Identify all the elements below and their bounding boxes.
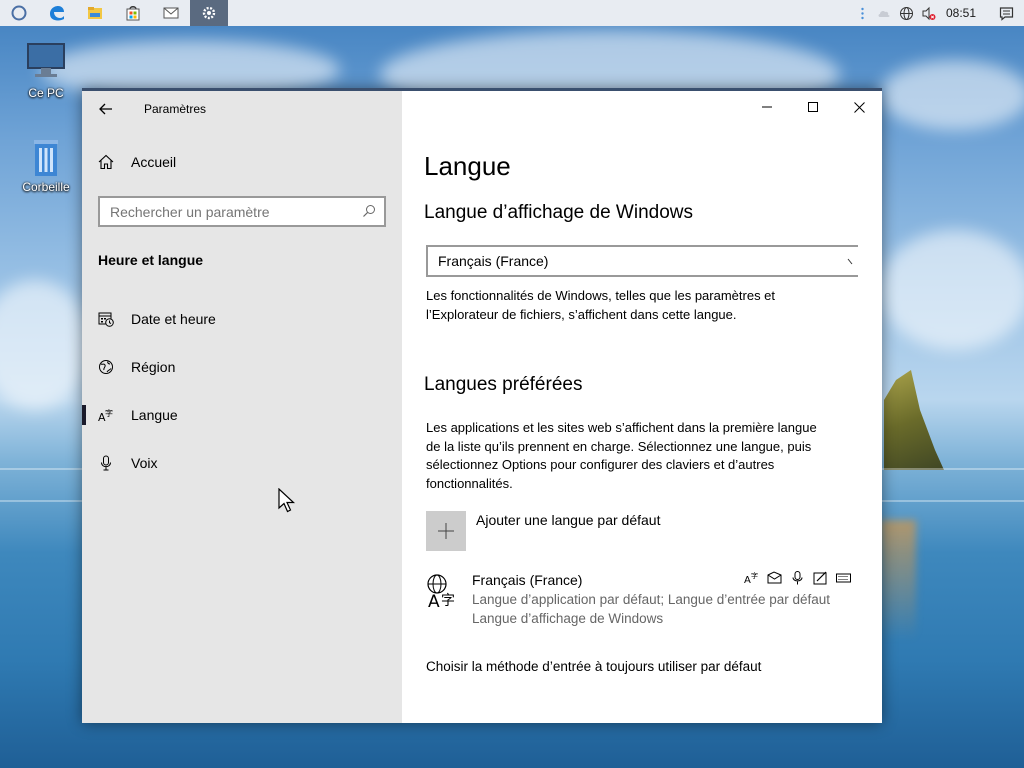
settings-icon[interactable] [190,0,228,26]
settings-content-pane: Langue Langue d’affichage de Windows Fra… [402,91,882,723]
nav-section-title: Heure et langue [98,252,204,268]
maximize-icon [808,102,818,112]
store-icon[interactable] [114,0,152,26]
nav-item-date-time[interactable]: Date et heure [82,299,402,339]
close-button[interactable] [836,91,882,123]
svg-text:A: A [744,575,751,585]
calendar-clock-icon [98,312,114,327]
search-icon[interactable] [362,204,376,218]
cloud-icon[interactable] [874,0,896,26]
display-language-heading: Langue d’affichage de Windows [424,202,694,223]
mouse-cursor-icon [278,488,296,513]
add-language-label[interactable]: Ajouter une langue par défaut [476,512,660,528]
network-globe-icon[interactable] [896,0,918,26]
svg-text:字: 字 [105,408,113,418]
input-method-link[interactable]: Choisir la méthode d’entrée à toujours u… [426,659,761,674]
preferred-languages-description: Les applications et les sites web s’affi… [426,420,817,491]
page-title: Langue [424,151,511,181]
nav-home[interactable]: Accueil [98,154,176,170]
app-title: Paramètres [144,102,207,116]
plus-icon [438,523,454,539]
language-name: Français (France) [472,572,583,588]
desktop-icon-recycle-bin[interactable]: Corbeille [14,136,78,194]
computer-icon [27,43,65,77]
home-icon [98,154,114,170]
nav-item-region[interactable]: Région [82,347,402,387]
desktop-icon-label: Corbeille [22,180,70,194]
back-button[interactable] [96,99,116,119]
chevron-down-icon [847,258,853,265]
preferred-languages-heading: Langues préférées [424,374,583,395]
clock[interactable]: 08:51 [940,6,988,20]
desktop-icon-this-pc[interactable]: Ce PC [14,40,78,100]
desktop-icon-label: Ce PC [28,86,64,100]
microphone-icon [101,455,111,471]
nav-item-speech[interactable]: Voix [82,443,402,483]
nav-item-label: Date et heure [131,311,216,327]
language-icon: A 字 [98,408,113,423]
cortana-icon[interactable] [0,0,38,26]
display-language-value: Français (France) [438,253,549,269]
volume-muted-icon[interactable] [918,0,940,26]
settings-nav-pane: Paramètres Accueil Heure et langue [82,91,402,723]
file-explorer-icon[interactable] [76,0,114,26]
handwriting-icon [809,570,832,586]
search-input[interactable] [110,203,350,220]
close-icon [853,101,865,113]
speech-icon [763,570,786,586]
maximize-button[interactable] [790,91,836,123]
display-language-dropdown[interactable]: Français (France) [426,245,858,277]
microphone-icon [786,570,809,586]
minimize-button[interactable] [744,91,790,123]
add-language-button[interactable] [426,511,466,551]
svg-text:字: 字 [441,593,455,609]
desktop-island [884,370,944,470]
nav-item-label: Voix [131,455,158,471]
globe-icon [99,360,113,374]
nav-item-language[interactable]: A 字 Langue [82,395,402,435]
nav-item-label: Langue [131,407,178,423]
language-globe-icon: A 字 [427,574,455,609]
nav-item-label: Région [131,359,176,375]
minimize-icon [762,106,772,108]
nav-home-label: Accueil [131,154,177,170]
mail-icon[interactable] [152,0,190,26]
language-description-line: Langue d’application par défaut; Langue … [472,592,831,607]
keyboard-icon [832,570,855,586]
settings-window: Paramètres Accueil Heure et langue [82,88,882,723]
edge-icon[interactable] [38,0,76,26]
language-description-line: Langue d’affichage de Windows [472,611,664,626]
svg-text:字: 字 [751,571,758,580]
action-center-icon[interactable] [988,0,1024,26]
taskbar: 08:51 [0,0,1024,26]
display-language-icon: A字 [740,570,763,586]
display-language-description: Les fonctionnalités de Windows, telles q… [426,288,776,322]
recycle-bin-icon [34,140,58,176]
overflow-dots-icon[interactable] [852,0,874,26]
svg-text:A: A [428,592,440,609]
search-box[interactable] [98,196,386,227]
back-arrow-icon [99,103,112,115]
language-feature-icons: A字 [740,570,855,586]
